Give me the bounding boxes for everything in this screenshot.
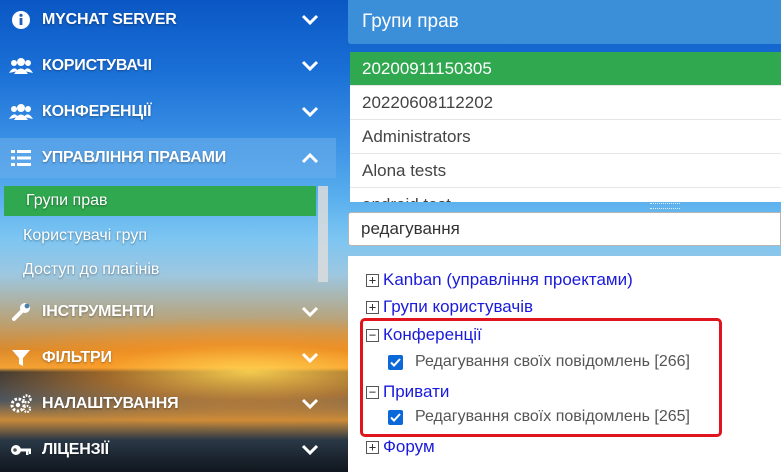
search-input[interactable]	[348, 212, 781, 246]
chevron-down-icon[interactable]	[298, 300, 322, 324]
nav-rights-management[interactable]: УПРАВЛІННЯ ПРАВАМИ	[0, 138, 336, 178]
expand-icon[interactable]: +	[366, 440, 379, 454]
expand-icon[interactable]: +	[366, 273, 379, 287]
cogs-icon	[9, 392, 33, 416]
nav-label: ФІЛЬТРИ	[42, 349, 112, 366]
nav-label: ІНСТРУМЕНТИ	[42, 303, 154, 320]
highlight-annotation	[360, 318, 722, 437]
nav-label: УПРАВЛІННЯ ПРАВАМИ	[42, 149, 227, 166]
tree-node-label[interactable]: Групи користувачів	[383, 297, 533, 317]
info-circle-icon	[9, 8, 33, 32]
expand-icon[interactable]: +	[366, 300, 379, 314]
subnav-group-users[interactable]: Користувачі груп	[4, 221, 316, 251]
nav-label: MYCHAT SERVER	[42, 11, 177, 28]
tree-node-forum[interactable]: + Форум	[366, 435, 435, 459]
chevron-down-icon[interactable]	[298, 100, 322, 124]
subnav-label: Доступ до плагінів	[23, 261, 160, 278]
group-row[interactable]: 20220608112202	[350, 86, 781, 120]
list-resize-handle[interactable]	[650, 203, 680, 209]
nav-label: КОРИСТУВАЧІ	[42, 57, 152, 74]
chevron-up-icon[interactable]	[298, 146, 322, 170]
tree-node-kanban[interactable]: + Kanban (управління проектами)	[366, 268, 633, 292]
group-row[interactable]: 20200911150305	[350, 52, 781, 86]
nav-label: ЛІЦЕНЗІЇ	[42, 441, 109, 458]
group-row[interactable]: Administrators	[350, 120, 781, 154]
nav-filters[interactable]: ФІЛЬТРИ	[0, 338, 336, 378]
tree-node-user-groups[interactable]: + Групи користувачів	[366, 295, 533, 319]
subnav-label: Користувачі груп	[23, 227, 147, 244]
subnav-plugin-access[interactable]: Доступ до плагінів	[4, 255, 316, 285]
nav-tools[interactable]: ІНСТРУМЕНТИ	[0, 292, 336, 332]
chevron-down-icon[interactable]	[298, 438, 322, 462]
users-icon	[9, 54, 33, 78]
wrench-icon	[9, 300, 33, 324]
nav-label: НАЛАШТУВАННЯ	[42, 395, 179, 412]
chevron-down-icon[interactable]	[298, 8, 322, 32]
subnav-rights-groups[interactable]: Групи прав	[4, 186, 316, 216]
subnav-label: Групи прав	[26, 192, 108, 209]
nav-settings[interactable]: НАЛАШТУВАННЯ	[0, 384, 336, 424]
rights-group-list: 20200911150305 20220608112202 Administra…	[350, 52, 781, 202]
tree-node-label[interactable]: Kanban (управління проектами)	[383, 270, 633, 290]
group-row[interactable]: Alona tests	[350, 154, 781, 188]
users-icon	[9, 100, 33, 124]
submenu-scrollbar[interactable]	[318, 186, 328, 282]
chevron-down-icon[interactable]	[298, 392, 322, 416]
list-icon	[9, 146, 33, 170]
nav-mychat-server[interactable]: MYCHAT SERVER	[0, 0, 336, 40]
key-icon	[9, 438, 33, 462]
nav-conferences[interactable]: КОНФЕРЕНЦІЇ	[0, 92, 336, 132]
chevron-down-icon[interactable]	[298, 346, 322, 370]
sidebar: MYCHAT SERVER КОРИСТУВАЧІ КОНФЕРЕНЦІЇ УП…	[0, 0, 336, 472]
filter-icon	[9, 346, 33, 370]
tree-node-label[interactable]: Форум	[383, 437, 435, 457]
nav-label: КОНФЕРЕНЦІЇ	[42, 103, 152, 120]
chevron-down-icon[interactable]	[298, 54, 322, 78]
group-row[interactable]: android test	[350, 188, 781, 203]
nav-licenses[interactable]: ЛІЦЕНЗІЇ	[0, 430, 336, 470]
page-title: Групи прав	[348, 0, 781, 44]
nav-users[interactable]: КОРИСТУВАЧІ	[0, 46, 336, 86]
page-title-text: Групи прав	[362, 11, 459, 32]
